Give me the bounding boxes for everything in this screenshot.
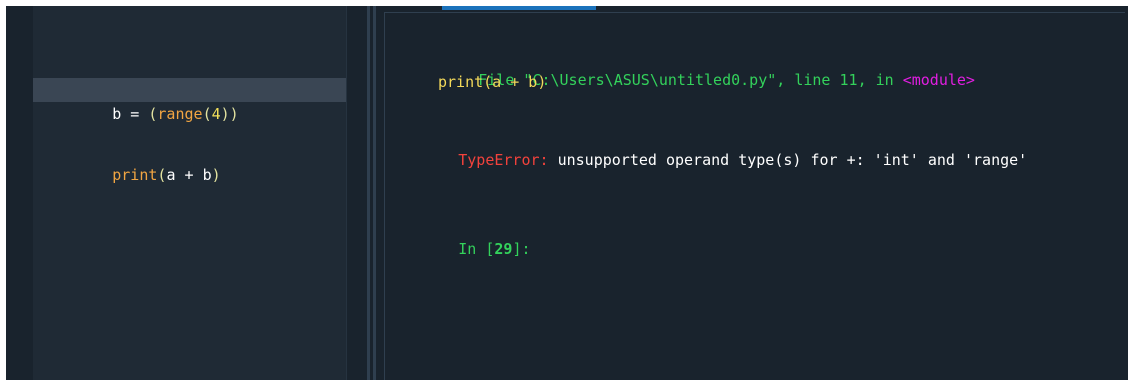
code-token: ) bbox=[211, 166, 221, 184]
traceback-file-path: "C:\Users\ASUS\untitled0.py" bbox=[523, 71, 777, 89]
code-line-2[interactable]: b = (range(4)) bbox=[33, 78, 346, 123]
code-token: print bbox=[112, 166, 158, 184]
code-line-3[interactable] bbox=[33, 104, 346, 128]
console-output[interactable]: File "C:\Users\ASUS\untitled0.py", line … bbox=[384, 12, 1125, 380]
error-message: unsupported operand type(s) for +: 'int'… bbox=[548, 151, 1028, 169]
traceback-in: , in bbox=[857, 71, 903, 89]
traceback-code-line: print(a + b) bbox=[438, 73, 547, 91]
prompt-number: 29 bbox=[494, 240, 513, 258]
traceback-line-number: 11 bbox=[839, 71, 858, 89]
panel-splitter[interactable] bbox=[367, 6, 380, 380]
spyder-window: a = 5 b = (range(4)) print(a + b) File "… bbox=[6, 6, 1128, 380]
prompt-suffix: ]: bbox=[512, 240, 531, 258]
error-type: TypeError: bbox=[458, 151, 549, 169]
code-token: b bbox=[202, 166, 212, 184]
traceback-module: <module> bbox=[902, 71, 975, 89]
error-line: TypeError: unsupported operand type(s) f… bbox=[386, 127, 1027, 193]
splitter-line bbox=[373, 6, 376, 380]
editor-scrollbar[interactable] bbox=[346, 6, 368, 380]
active-console-tab[interactable] bbox=[442, 6, 596, 10]
code-line-4[interactable]: print(a + b) bbox=[33, 139, 346, 184]
prompt-prefix: In [ bbox=[458, 240, 495, 258]
code-token: + bbox=[175, 166, 203, 184]
ipython-console-panel: File "C:\Users\ASUS\untitled0.py", line … bbox=[380, 6, 1128, 380]
code-line-1[interactable]: a = 5 bbox=[33, 52, 346, 97]
traceback-line-sep: , line bbox=[776, 71, 840, 89]
code-editor[interactable]: a = 5 b = (range(4)) print(a + b) bbox=[33, 6, 346, 380]
code-editor-panel: a = 5 b = (range(4)) print(a + b) bbox=[6, 6, 368, 380]
input-prompt[interactable]: In [29]: bbox=[386, 216, 531, 282]
splitter-line bbox=[367, 6, 370, 380]
